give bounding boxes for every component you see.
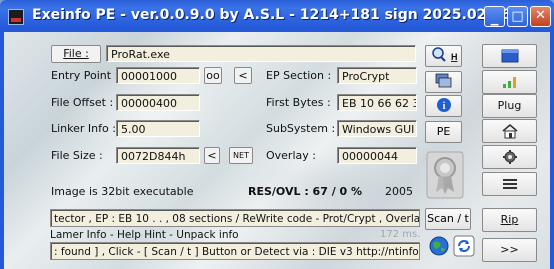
menu-button[interactable] bbox=[482, 172, 537, 196]
file-size-label: File Size : bbox=[51, 149, 103, 162]
title-bar[interactable]: Exeinfo PE - ver.0.0.9.0 by A.S.L - 1214… bbox=[0, 0, 554, 32]
batch-icon bbox=[435, 73, 451, 88]
minimize-button[interactable]: ▁ bbox=[484, 6, 505, 27]
window-title: Exeinfo PE - ver.0.0.9.0 by A.S.L - 1214… bbox=[32, 7, 512, 23]
detection-result-line[interactable]: tector , EP : EB 10 . . , 08 sections / … bbox=[50, 209, 420, 227]
subsystem-label: SubSystem : bbox=[266, 122, 336, 135]
timing-text: 172 ms. bbox=[380, 229, 421, 240]
overlay-field[interactable]: 00000044 bbox=[337, 147, 417, 164]
pe-button[interactable]: PE bbox=[425, 121, 462, 143]
rip-button[interactable]: Rip bbox=[482, 208, 537, 232]
client-area: File : ProRat.exe Entry Point : 00001000… bbox=[4, 32, 550, 269]
batch-button[interactable] bbox=[425, 71, 462, 93]
entry-point-arrow-button[interactable]: < bbox=[234, 67, 252, 84]
chart-icon bbox=[502, 77, 516, 88]
home-icon bbox=[501, 123, 518, 139]
window-icon bbox=[501, 49, 518, 63]
overlay-label: Overlay : bbox=[266, 149, 316, 162]
maximize-button[interactable]: □ bbox=[507, 6, 528, 27]
ep-section-field[interactable]: ProCrypt bbox=[337, 67, 417, 84]
first-bytes-label: First Bytes : bbox=[266, 96, 331, 109]
res-ovl-text: RES/OVL : 67 / 0 % bbox=[248, 185, 363, 198]
bits-info-text: Image is 32bit executable bbox=[51, 185, 194, 198]
refresh-icon[interactable] bbox=[453, 235, 475, 257]
file-offset-label: File Offset : bbox=[51, 96, 114, 109]
info-icon: i bbox=[436, 98, 451, 112]
year-text: 2005 bbox=[385, 185, 413, 198]
home-button[interactable] bbox=[482, 119, 537, 143]
file-offset-field[interactable]: 00000400 bbox=[116, 94, 200, 111]
ep-section-label: EP Section : bbox=[266, 69, 332, 82]
entry-point-label: Entry Point : bbox=[51, 69, 119, 82]
app-icon[interactable] bbox=[8, 9, 24, 25]
info-button[interactable]: i bbox=[425, 95, 462, 117]
close-button[interactable]: ✕ bbox=[530, 6, 551, 27]
marble-texture bbox=[64, 72, 224, 152]
globe-icon[interactable] bbox=[428, 235, 450, 257]
svg-text:i: i bbox=[442, 101, 445, 112]
gear-icon bbox=[502, 150, 517, 164]
subsystem-field[interactable]: Windows GUI bbox=[337, 120, 417, 137]
oo-button[interactable]: oo bbox=[204, 67, 222, 84]
hint-line[interactable]: : found ] , Click - [ Scan / t ] Button … bbox=[50, 242, 420, 260]
linker-info-field[interactable]: 5.00 bbox=[116, 120, 200, 137]
scan-button[interactable]: Scan / t bbox=[425, 208, 471, 230]
settings-button[interactable] bbox=[482, 145, 537, 169]
next-button[interactable]: >> bbox=[482, 238, 537, 262]
svg-text:H: H bbox=[451, 52, 458, 62]
menu-icon bbox=[502, 179, 517, 189]
file-button[interactable]: File : bbox=[51, 45, 101, 63]
ribbon-icon bbox=[426, 151, 464, 199]
search-h-icon: H bbox=[431, 47, 458, 62]
lamer-info-link[interactable]: Lamer Info - Help Hint - Unpack info bbox=[50, 229, 239, 241]
first-bytes-field[interactable]: EB 10 66 62 3A bbox=[337, 94, 417, 111]
net-button[interactable]: NET bbox=[229, 147, 253, 164]
window-button[interactable] bbox=[482, 44, 537, 68]
plug-button[interactable]: Plug bbox=[482, 94, 537, 118]
main-window: Exeinfo PE - ver.0.0.9.0 by A.S.L - 1214… bbox=[0, 0, 554, 269]
search-button[interactable]: H bbox=[425, 45, 462, 67]
linker-info-label: Linker Info : bbox=[51, 122, 116, 135]
file-size-field[interactable]: 0072D844h bbox=[116, 147, 200, 164]
entry-point-field[interactable]: 00001000 bbox=[116, 67, 200, 84]
chart-button[interactable] bbox=[482, 70, 537, 94]
file-name-field[interactable]: ProRat.exe bbox=[106, 45, 416, 62]
file-size-arrow-button[interactable]: < bbox=[204, 147, 220, 164]
